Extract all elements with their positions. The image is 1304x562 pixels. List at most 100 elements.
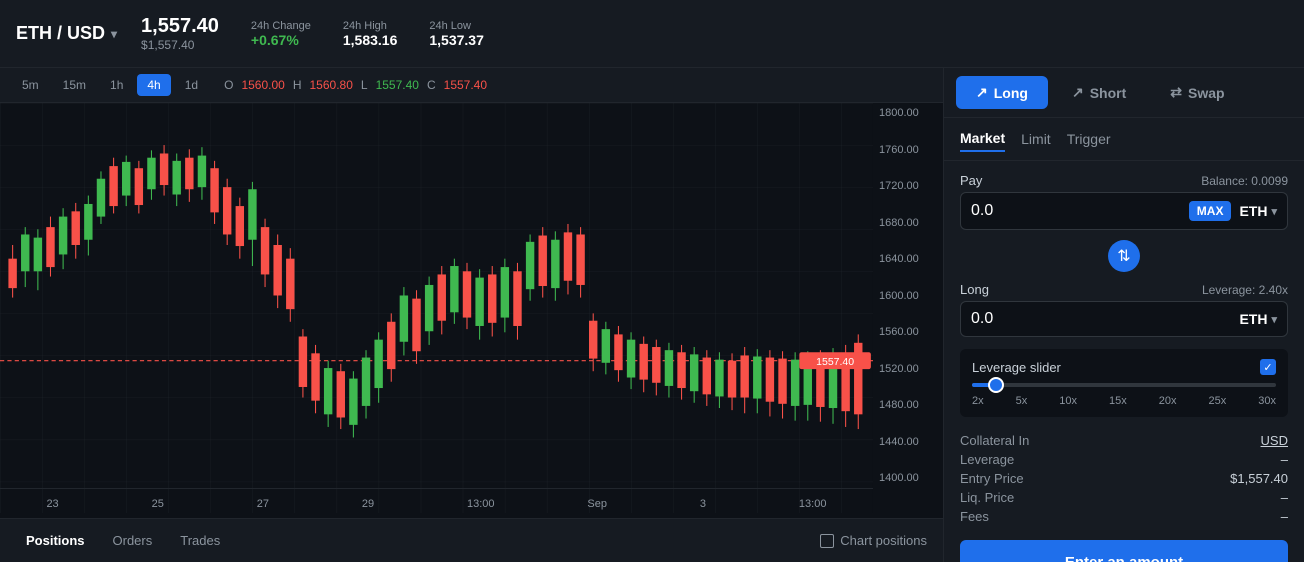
chart-toolbar: 5m 15m 1h 4h 1d O 1560.00 H 1560.80 L 15…	[0, 68, 943, 103]
ohlc-info: O 1560.00 H 1560.80 L 1557.40 C 1557.40	[224, 78, 487, 92]
short-icon: ↗	[1072, 84, 1084, 101]
tab-positions[interactable]: Positions	[16, 529, 95, 552]
long-section: Long Leverage: 2.40x ETH ▾	[960, 282, 1288, 337]
chart-positions-toggle[interactable]: Chart positions	[820, 533, 927, 548]
leverage-mark-15x: 15x	[1109, 395, 1127, 407]
info-row-entry: Entry Price $1,557.40	[960, 471, 1288, 486]
timeframe-4h[interactable]: 4h	[137, 74, 170, 96]
long-input[interactable]	[971, 310, 1231, 328]
pay-balance: Balance: 0.0099	[1201, 174, 1288, 188]
swap-icon: ⇄	[1170, 84, 1182, 101]
chart-canvas: 1557.40 1800.00 1760.00 1720.00 1680.00 …	[0, 103, 943, 518]
long-label-row: Long Leverage: 2.40x	[960, 282, 1288, 297]
low-value: 1,537.37	[429, 32, 484, 48]
order-tab-trigger[interactable]: Trigger	[1067, 126, 1111, 152]
order-tab-market[interactable]: Market	[960, 126, 1005, 152]
leverage-mark-30x: 30x	[1258, 395, 1276, 407]
price-level: 1760.00	[879, 144, 937, 156]
collateral-value[interactable]: USD	[1261, 433, 1288, 448]
low-label: 24h Low	[429, 20, 484, 32]
long-token-chevron: ▾	[1271, 313, 1277, 326]
tab-orders[interactable]: Orders	[103, 529, 163, 552]
leverage-slider-track[interactable]	[972, 383, 1276, 387]
collateral-label: Collateral In	[960, 433, 1029, 448]
chart-positions-checkbox[interactable]	[820, 534, 834, 548]
top-header: ETH / USD ▾ 1,557.40 $1,557.40 24h Chang…	[0, 0, 1304, 68]
stat-24h-change: 24h Change +0.67%	[251, 20, 311, 48]
pay-token-chevron: ▾	[1271, 205, 1277, 218]
max-button[interactable]: MAX	[1189, 201, 1232, 221]
ohlc-l-label: L	[361, 78, 368, 92]
timeframe-1d[interactable]: 1d	[175, 74, 208, 96]
price-level: 1640.00	[879, 253, 937, 265]
long-icon: ↗	[976, 84, 988, 101]
candlestick-chart[interactable]: 1557.40	[0, 103, 873, 513]
leverage-checkbox[interactable]: ✓	[1260, 359, 1276, 375]
swap-arrows-icon: ⇅	[1117, 246, 1130, 266]
time-label: 27	[257, 498, 269, 510]
high-value: 1,583.16	[343, 32, 398, 48]
price-level: 1680.00	[879, 217, 937, 229]
change-label: 24h Change	[251, 20, 311, 32]
info-row-liq: Liq. Price –	[960, 490, 1288, 505]
pair-label: ETH / USD	[16, 23, 105, 44]
trade-tab-short[interactable]: ↗ Short	[1052, 76, 1146, 109]
time-label: 23	[46, 498, 58, 510]
swap-direction-container: ⇅	[960, 240, 1288, 272]
swap-label: Swap	[1188, 85, 1225, 101]
trade-tabs: ↗ Long ↗ Short ⇄ Swap	[944, 68, 1304, 118]
timeframe-1h[interactable]: 1h	[100, 74, 133, 96]
pay-label: Pay	[960, 173, 982, 188]
leverage-mark-20x: 20x	[1159, 395, 1177, 407]
leverage-slider-labels: 2x 5x 10x 15x 20x 25x 30x	[972, 395, 1276, 407]
long-token-selector[interactable]: ETH ▾	[1239, 311, 1277, 327]
long-input-row: ETH ▾	[960, 301, 1288, 337]
price-block: 1,557.40 $1,557.40	[141, 15, 219, 52]
long-label: Long	[994, 85, 1028, 101]
trade-tab-swap[interactable]: ⇄ Swap	[1150, 76, 1244, 109]
price-main: 1,557.40	[141, 15, 219, 38]
time-label: 29	[362, 498, 374, 510]
entry-price-value: $1,557.40	[1230, 471, 1288, 486]
leverage-slider-section: Leverage slider ✓ 2x 5x 10x 15x 20x 25x …	[960, 349, 1288, 417]
time-label: 25	[152, 498, 164, 510]
pay-token-selector[interactable]: ETH ▾	[1239, 203, 1277, 219]
swap-direction-button[interactable]: ⇅	[1108, 240, 1140, 272]
trade-tab-long[interactable]: ↗ Long	[956, 76, 1048, 109]
order-tab-limit[interactable]: Limit	[1021, 126, 1051, 152]
change-value: +0.67%	[251, 32, 311, 48]
pay-token-label: ETH	[1239, 203, 1267, 219]
right-panel: ↗ Long ↗ Short ⇄ Swap Market Limit Trigg…	[944, 68, 1304, 562]
timeframe-5m[interactable]: 5m	[12, 74, 49, 96]
price-scale: 1800.00 1760.00 1720.00 1680.00 1640.00 …	[873, 103, 943, 488]
pair-selector[interactable]: ETH / USD ▾	[16, 23, 117, 44]
price-level: 1600.00	[879, 290, 937, 302]
pay-section: Pay Balance: 0.0099 MAX ETH ▾	[960, 173, 1288, 230]
ohlc-l-val: 1557.40	[376, 78, 419, 92]
info-row-leverage: Leverage –	[960, 452, 1288, 467]
leverage-slider-title: Leverage slider	[972, 360, 1061, 375]
price-level: 1720.00	[879, 180, 937, 192]
submit-button[interactable]: Enter an amount	[960, 540, 1288, 562]
leverage-mark-5x: 5x	[1016, 395, 1028, 407]
leverage-slider-thumb[interactable]	[988, 377, 1004, 393]
chart-section: 5m 15m 1h 4h 1d O 1560.00 H 1560.80 L 15…	[0, 68, 944, 562]
pay-input[interactable]	[971, 202, 1181, 220]
ohlc-h-label: H	[293, 78, 302, 92]
price-usd: $1,557.40	[141, 38, 219, 52]
timeframe-15m[interactable]: 15m	[53, 74, 96, 96]
tab-trades[interactable]: Trades	[170, 529, 230, 552]
pay-label-row: Pay Balance: 0.0099	[960, 173, 1288, 188]
ohlc-c-val: 1557.40	[444, 78, 487, 92]
stat-24h-high: 24h High 1,583.16	[343, 20, 398, 48]
ohlc-h-val: 1560.80	[310, 78, 353, 92]
leverage-mark-10x: 10x	[1059, 395, 1077, 407]
ohlc-o-val: 1560.00	[241, 78, 284, 92]
info-row-collateral: Collateral In USD	[960, 433, 1288, 448]
time-label: 13:00	[799, 498, 827, 510]
chart-positions-label: Chart positions	[840, 533, 927, 548]
price-level: 1480.00	[879, 399, 937, 411]
pair-chevron: ▾	[111, 27, 117, 41]
price-level: 1560.00	[879, 326, 937, 338]
leverage-mark-25x: 25x	[1209, 395, 1227, 407]
